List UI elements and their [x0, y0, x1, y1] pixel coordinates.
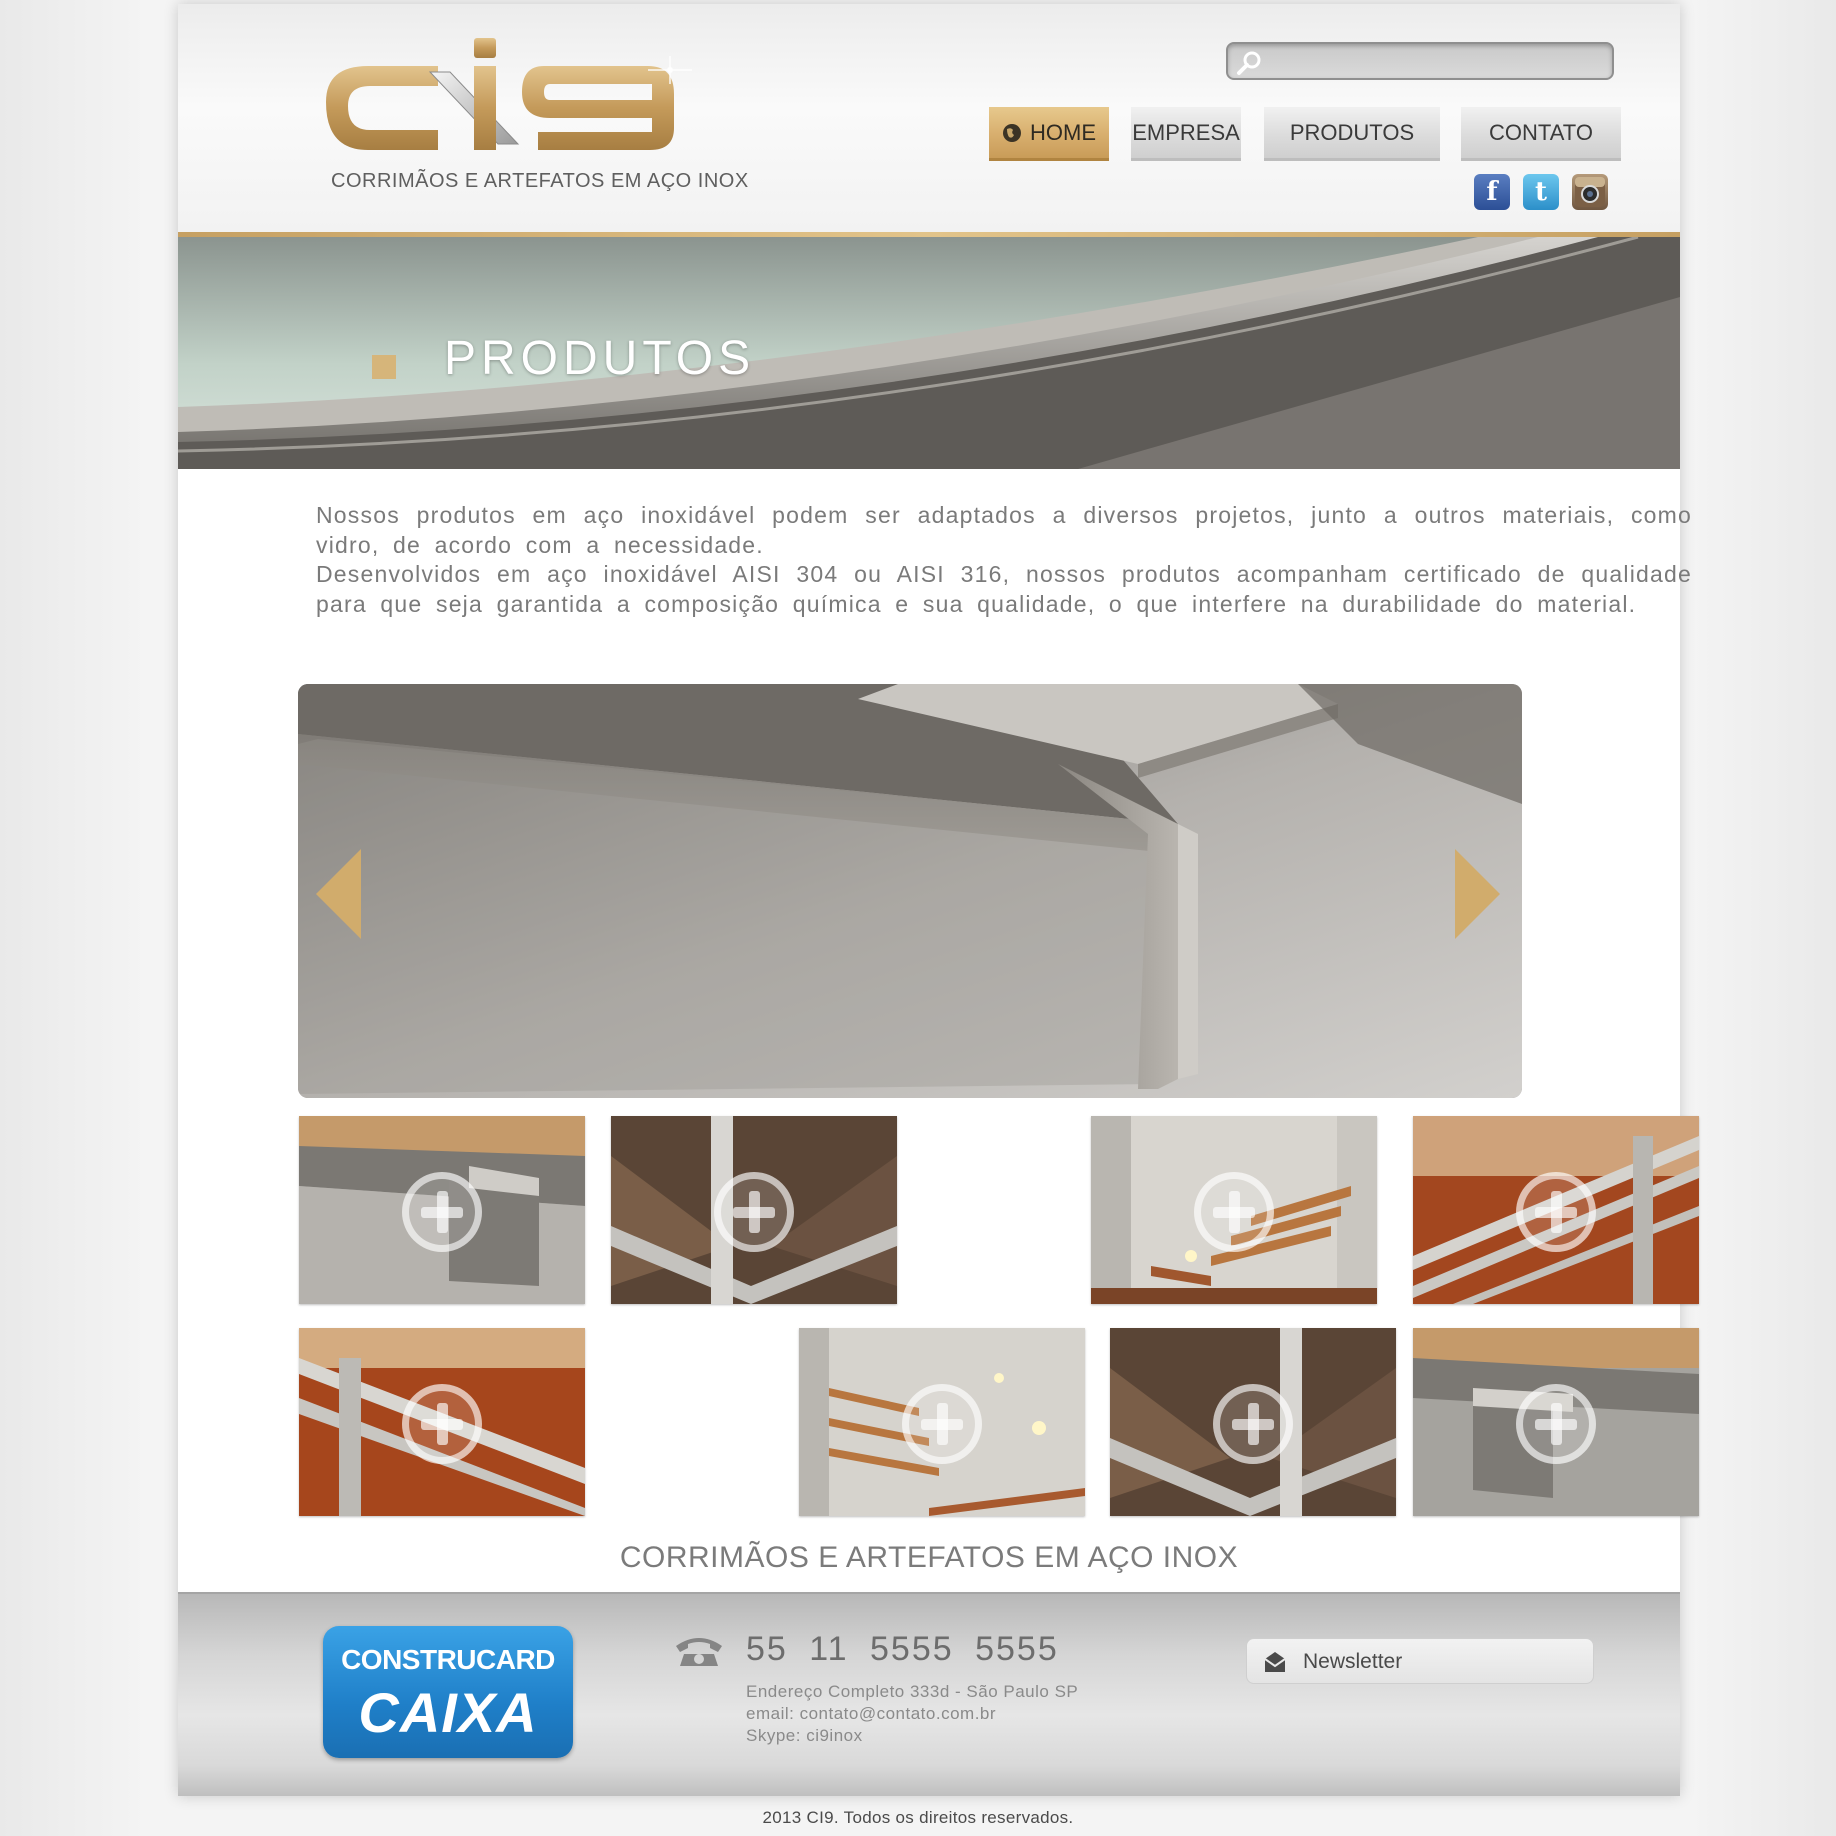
zoom-plus-icon: [1516, 1172, 1596, 1252]
facebook-icon[interactable]: f: [1474, 174, 1510, 210]
camera-icon: [1575, 177, 1605, 207]
section-tagline: CORRIMÃOS E ARTEFATOS EM AÇO INOX: [619, 1541, 1239, 1574]
newsletter-button[interactable]: Newsletter: [1246, 1638, 1594, 1684]
zoom-plus-icon: [902, 1384, 982, 1464]
slider-image: [298, 684, 1522, 1098]
banner-bullet: [372, 355, 396, 379]
twitter-glyph: t: [1534, 177, 1547, 207]
gallery-thumb-6[interactable]: [799, 1328, 1085, 1516]
zoom-plus-icon: [1213, 1384, 1293, 1464]
product-slider[interactable]: [298, 684, 1522, 1098]
globe-icon: [1003, 123, 1021, 142]
logo-mark: [326, 38, 692, 150]
gallery-thumb-8[interactable]: [1413, 1328, 1699, 1516]
twitter-icon[interactable]: t: [1523, 174, 1559, 210]
nav-empresa-label: EMPRESA: [1132, 119, 1240, 145]
zoom-plus-icon: [1194, 1172, 1274, 1252]
zoom-plus-icon: [402, 1172, 482, 1252]
gallery-thumb-5[interactable]: [299, 1328, 585, 1516]
search-icon: [1237, 51, 1261, 75]
search-input[interactable]: [1268, 48, 1598, 74]
intro-paragraph-1: Nossos produtos em aço inoxidável podem …: [316, 502, 1692, 558]
logo[interactable]: CORRIMÃOS E ARTEFATOS EM AÇO INOX: [318, 34, 748, 194]
site-header: CORRIMÃOS E ARTEFATOS EM AÇO INOX HOME E…: [178, 4, 1680, 234]
slider-prev-icon[interactable]: [316, 849, 366, 939]
facebook-glyph: f: [1486, 177, 1498, 207]
nav-contato[interactable]: CONTATO: [1461, 107, 1621, 161]
newsletter-label: Newsletter: [1303, 1650, 1403, 1673]
nav-produtos[interactable]: PRODUTOS: [1264, 107, 1440, 161]
search-box[interactable]: [1226, 42, 1614, 80]
zoom-plus-icon: [402, 1384, 482, 1464]
construcard-caixa-badge[interactable]: CONSTRUCARD CAIXA: [323, 1626, 573, 1758]
partner-bottom-label: CAIXA: [358, 1681, 538, 1744]
nav-produtos-label: PRODUTOS: [1289, 119, 1415, 145]
slider-next-icon[interactable]: [1450, 849, 1500, 939]
copyright: 2013 CI9. Todos os direitos reservados.: [762, 1808, 1074, 1827]
instagram-icon[interactable]: [1572, 174, 1608, 210]
page-container: CORRIMÃOS E ARTEFATOS EM AÇO INOX HOME E…: [178, 4, 1699, 1796]
email: email: contato@contato.com.br: [746, 1704, 997, 1723]
nav-home-label: HOME: [1030, 119, 1096, 145]
site-footer: CONSTRUCARD CAIXA 55 11 5555 5555 Endere…: [178, 1592, 1680, 1796]
address: Endereço Completo 333d - São Paulo SP: [746, 1682, 1079, 1701]
intro-text: Nossos produtos em aço inoxidável podem …: [316, 501, 1692, 619]
gallery-thumb-2[interactable]: [611, 1116, 897, 1304]
nav-contato-label: CONTATO: [1489, 119, 1593, 145]
phone-icon: [676, 1638, 722, 1666]
zoom-plus-icon: [1516, 1384, 1596, 1464]
page-banner: PRODUTOS: [178, 237, 1680, 469]
banner-image: [178, 237, 1680, 469]
gallery-thumb-7[interactable]: [1110, 1328, 1396, 1516]
intro-paragraph-2: Desenvolvidos em aço inoxidável AISI 304…: [316, 561, 1692, 617]
logo-tagline: CORRIMÃOS E ARTEFATOS EM AÇO INOX: [331, 170, 749, 192]
zoom-plus-icon: [714, 1172, 794, 1252]
skype: Skype: ci9inox: [746, 1726, 863, 1745]
gallery-thumb-3[interactable]: [1091, 1116, 1377, 1304]
phone-number: 55 11 5555 5555: [746, 1630, 1059, 1668]
nav-empresa[interactable]: EMPRESA: [1131, 107, 1241, 161]
envelope-icon: [1264, 1652, 1286, 1672]
nav-home[interactable]: HOME: [989, 107, 1109, 161]
page-title: PRODUTOS: [444, 332, 756, 385]
gallery-thumb-1[interactable]: [299, 1116, 585, 1304]
partner-top-label: CONSTRUCARD: [341, 1644, 555, 1675]
gallery-thumb-4[interactable]: [1413, 1116, 1699, 1304]
